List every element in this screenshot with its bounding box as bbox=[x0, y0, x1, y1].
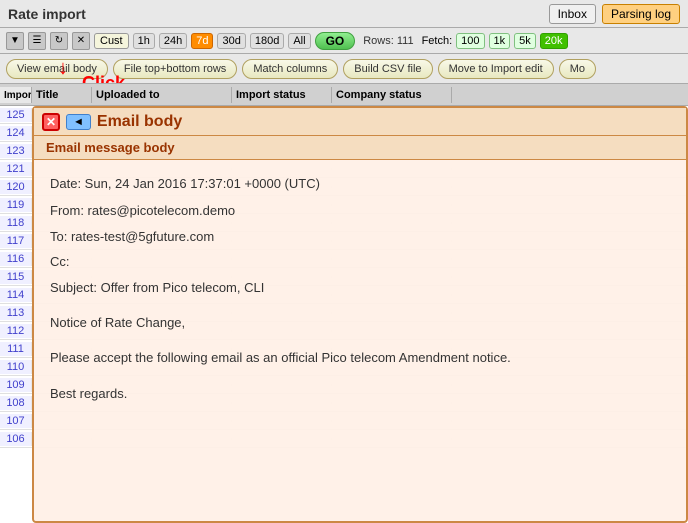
email-prev-button[interactable]: ◄ bbox=[66, 114, 91, 130]
fetch-label: Fetch: bbox=[422, 35, 453, 47]
row-number[interactable]: 120 bbox=[0, 180, 32, 194]
email-subject: Subject: Offer from Pico telecom, CLI bbox=[50, 276, 670, 299]
titlebar-buttons: Inbox Parsing log bbox=[549, 4, 680, 24]
col-header-batch: Import batch bbox=[0, 87, 32, 103]
file-top-bottom-button[interactable]: File top+bottom rows bbox=[113, 59, 237, 79]
fetch-20k[interactable]: 20k bbox=[540, 33, 568, 49]
build-csv-button[interactable]: Build CSV file bbox=[343, 59, 432, 79]
row-number[interactable]: 113 bbox=[0, 306, 32, 320]
fetch-5k[interactable]: 5k bbox=[514, 33, 536, 49]
row-number[interactable]: 114 bbox=[0, 288, 32, 302]
row-number[interactable]: 108 bbox=[0, 396, 32, 410]
move-to-import-button[interactable]: Move to Import edit bbox=[438, 59, 554, 79]
col-header-import-status: Import status bbox=[232, 87, 332, 103]
parsing-log-button[interactable]: Parsing log bbox=[602, 4, 680, 24]
row-number[interactable]: 123 bbox=[0, 144, 32, 158]
row-number[interactable]: 112 bbox=[0, 324, 32, 338]
col-header-uploaded: Uploaded to bbox=[92, 87, 232, 103]
email-body-content: Date: Sun, 24 Jan 2016 17:37:01 +0000 (U… bbox=[34, 160, 686, 417]
email-notice: Notice of Rate Change, bbox=[50, 311, 670, 334]
titlebar: Rate import Inbox Parsing log bbox=[0, 0, 688, 28]
email-from: From: rates@picotelecom.demo bbox=[50, 199, 670, 222]
row-number[interactable]: 111 bbox=[0, 342, 32, 356]
row-number[interactable]: 107 bbox=[0, 414, 32, 428]
email-date: Date: Sun, 24 Jan 2016 17:37:01 +0000 (U… bbox=[50, 172, 670, 195]
click-area: View email body ↓ Click bbox=[6, 59, 108, 79]
cust-label: Cust bbox=[94, 33, 129, 49]
row-number[interactable]: 110 bbox=[0, 360, 32, 374]
email-title: Email body bbox=[97, 113, 182, 131]
time-1h[interactable]: 1h bbox=[133, 33, 155, 49]
toolbar1: ▼ ☰ ↻ ✕ Cust 1h 24h 7d 30d 180d All GO R… bbox=[0, 28, 688, 54]
list-icon[interactable]: ☰ bbox=[28, 32, 46, 50]
email-please: Please accept the following email as an … bbox=[50, 346, 670, 369]
row-number[interactable]: 115 bbox=[0, 270, 32, 284]
match-columns-button[interactable]: Match columns bbox=[242, 59, 338, 79]
col-header-title: Title bbox=[32, 87, 92, 103]
row-number[interactable]: 106 bbox=[0, 432, 32, 446]
email-header-bar: ✕ ◄ Email body bbox=[34, 108, 686, 136]
row-number[interactable]: 119 bbox=[0, 198, 32, 212]
more-button[interactable]: Mo bbox=[559, 59, 596, 79]
email-body-overlay: ✕ ◄ Email body Email message body Date: … bbox=[32, 106, 688, 523]
filter-icon[interactable]: ▼ bbox=[6, 32, 24, 50]
email-cc: Cc: bbox=[50, 250, 670, 273]
col-header-company-status: Company status bbox=[332, 87, 452, 103]
email-message-body-label: Email message body bbox=[46, 140, 175, 155]
row-number[interactable]: 117 bbox=[0, 234, 32, 248]
row-number[interactable]: 109 bbox=[0, 378, 32, 392]
refresh-icon[interactable]: ↻ bbox=[50, 32, 68, 50]
time-30d[interactable]: 30d bbox=[217, 33, 245, 49]
fetch-1k[interactable]: 1k bbox=[489, 33, 511, 49]
inbox-button[interactable]: Inbox bbox=[549, 4, 596, 24]
time-24h[interactable]: 24h bbox=[159, 33, 187, 49]
table-area: Import batch Title Uploaded to Import st… bbox=[0, 84, 688, 523]
rows-count: Rows: 111 bbox=[363, 35, 413, 47]
fetch-100[interactable]: 100 bbox=[456, 33, 484, 49]
cancel-icon[interactable]: ✕ bbox=[72, 32, 90, 50]
time-all[interactable]: All bbox=[288, 33, 310, 49]
row-number[interactable]: 116 bbox=[0, 252, 32, 266]
view-email-body-button[interactable]: View email body bbox=[6, 59, 108, 79]
time-180d[interactable]: 180d bbox=[250, 33, 284, 49]
row-number[interactable]: 124 bbox=[0, 126, 32, 140]
email-close-button[interactable]: ✕ bbox=[42, 113, 60, 131]
toolbar2: View email body ↓ Click File top+bottom … bbox=[0, 54, 688, 84]
row-number[interactable]: 121 bbox=[0, 162, 32, 176]
email-to: To: rates-test@5gfuture.com bbox=[50, 225, 670, 248]
go-button[interactable]: GO bbox=[315, 32, 356, 50]
app-title: Rate import bbox=[8, 6, 86, 22]
table-header: Import batch Title Uploaded to Import st… bbox=[0, 84, 688, 106]
row-number[interactable]: 125 bbox=[0, 108, 32, 122]
time-7d[interactable]: 7d bbox=[191, 33, 213, 49]
email-regards: Best regards. bbox=[50, 382, 670, 405]
row-number[interactable]: 118 bbox=[0, 216, 32, 230]
